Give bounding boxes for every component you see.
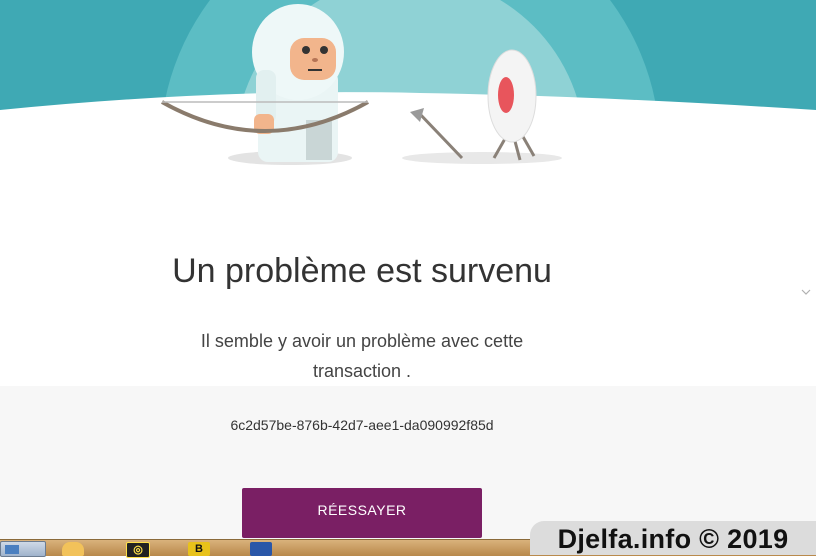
error-title: Un problème est survenu [172, 252, 552, 290]
retry-button[interactable]: RÉESSAYER [242, 488, 482, 538]
error-illustration [0, 0, 816, 170]
media-player-icon[interactable]: ◎ [126, 542, 150, 558]
transaction-id: 6c2d57be-876b-42d7-aee1-da090992f85d [230, 417, 494, 433]
scroll-arrow-icon[interactable] [797, 287, 816, 297]
folder-icon[interactable] [62, 542, 84, 556]
document-icon[interactable] [250, 542, 272, 556]
error-message: Il semble y avoir un problème avec cette… [200, 331, 524, 381]
app-icon[interactable]: B [188, 542, 210, 556]
watermark: Djelfa.info © 2019 [530, 521, 816, 555]
